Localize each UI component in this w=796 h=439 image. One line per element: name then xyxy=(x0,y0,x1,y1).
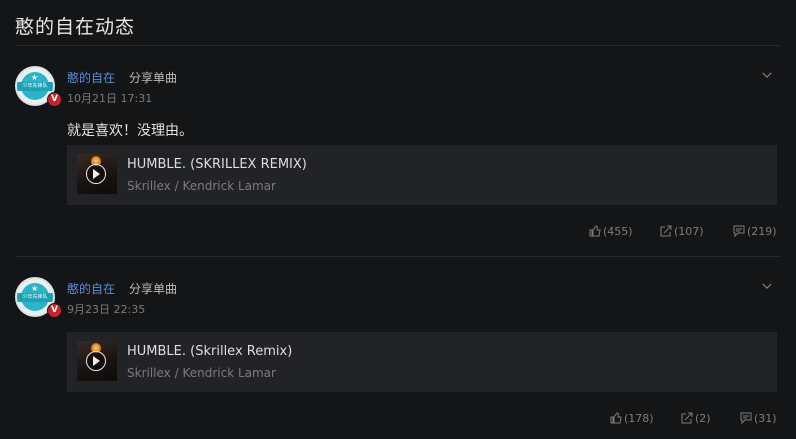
author-name[interactable]: 憨的自在 xyxy=(67,69,115,86)
post-action: 分享单曲 xyxy=(129,71,178,85)
comment-count: (219) xyxy=(747,225,777,238)
post-divider xyxy=(15,256,780,257)
like-count: (455) xyxy=(603,225,633,238)
comment-button[interactable]: (219) xyxy=(733,225,777,238)
share-button[interactable]: (2) xyxy=(681,412,711,425)
song-card[interactable]: HUMBLE. (SKRILLEX REMIX) Skrillex / Kend… xyxy=(67,145,777,205)
play-icon[interactable] xyxy=(86,351,106,371)
chevron-down-icon[interactable] xyxy=(762,281,772,291)
comment-count: (31) xyxy=(754,412,777,425)
page-title: 憨的自在动态 xyxy=(15,16,136,38)
comment-icon xyxy=(733,225,745,238)
avatar-text: 少年先锋队 xyxy=(17,293,53,302)
album-cover[interactable] xyxy=(77,154,117,194)
share-count: (107) xyxy=(674,225,704,238)
chevron-down-icon[interactable] xyxy=(762,70,772,80)
verified-badge: V xyxy=(47,303,62,318)
like-count: (178) xyxy=(624,412,654,425)
comment-button[interactable]: (31) xyxy=(740,412,777,425)
share-button[interactable]: (107) xyxy=(660,225,704,238)
title-divider xyxy=(15,45,780,46)
song-artist[interactable]: Skrillex / Kendrick Lamar xyxy=(127,366,276,380)
like-button[interactable]: (178) xyxy=(610,412,654,425)
post-time[interactable]: 10月21日 17:31 xyxy=(67,90,152,106)
avatar-text: 少年先锋队 xyxy=(17,82,53,91)
thumb-up-icon xyxy=(610,412,622,424)
author-name[interactable]: 憨的自在 xyxy=(67,280,115,297)
share-icon xyxy=(681,412,693,424)
song-title[interactable]: HUMBLE. (SKRILLEX REMIX) xyxy=(127,157,307,172)
share-count: (2) xyxy=(695,412,711,425)
thumb-up-icon xyxy=(589,225,601,237)
album-cover[interactable] xyxy=(77,341,117,381)
share-icon xyxy=(660,225,672,237)
song-artist[interactable]: Skrillex / Kendrick Lamar xyxy=(127,179,276,193)
verified-badge: V xyxy=(47,92,62,107)
like-button[interactable]: (455) xyxy=(589,225,633,238)
play-icon[interactable] xyxy=(86,164,106,184)
post-time[interactable]: 9月23日 22:35 xyxy=(67,301,145,317)
star-icon: ★ xyxy=(31,73,39,82)
post-action: 分享单曲 xyxy=(129,282,178,296)
comment-icon xyxy=(740,412,752,425)
post-text: 就是喜欢！没理由。 xyxy=(67,123,193,139)
song-title[interactable]: HUMBLE. (Skrillex Remix) xyxy=(127,344,292,359)
song-card[interactable]: HUMBLE. (Skrillex Remix) Skrillex / Kend… xyxy=(67,332,777,392)
star-icon: ★ xyxy=(31,284,39,293)
